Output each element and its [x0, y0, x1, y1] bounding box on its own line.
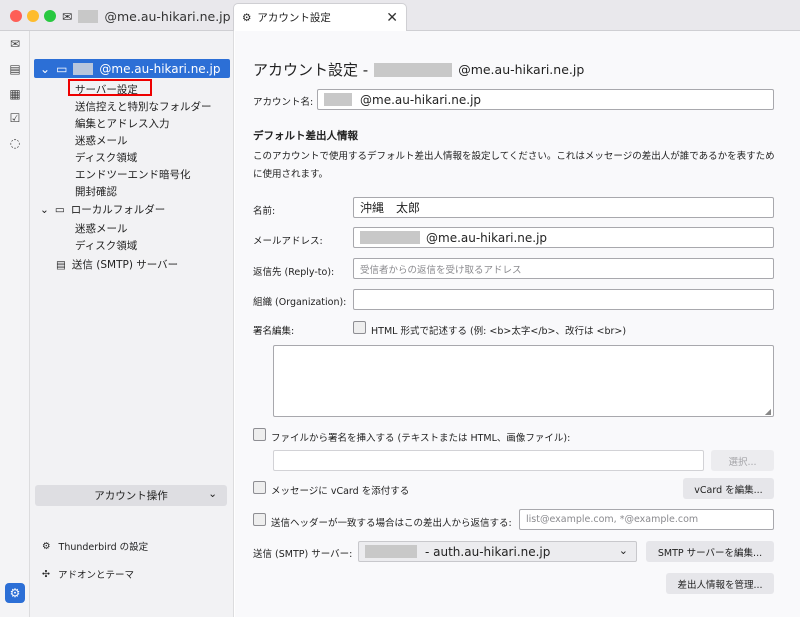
address-book-icon[interactable]: ▤: [7, 61, 23, 77]
redacted-block: [374, 62, 453, 77]
folder-icon: ▭: [54, 203, 65, 216]
vcard-checkbox[interactable]: [253, 481, 266, 494]
redacted-block: [365, 545, 417, 558]
account-row[interactable]: ⌄ ▭ @me.au-hikari.ne.jp: [34, 59, 230, 78]
zoom-window-button[interactable]: [44, 10, 56, 22]
account-name-label: アカウント名:: [253, 97, 314, 108]
envelope-icon: ✉: [62, 8, 73, 24]
account-tree-sidebar: ⌄ ▭ @me.au-hikari.ne.jp サーバー設定 送信控えと特別なフ…: [30, 31, 234, 617]
tree-item-local-disk[interactable]: ディスク領域: [75, 238, 137, 253]
reply-match-label: 送信ヘッダーが一致する場合はこの差出人から返信する:: [271, 518, 512, 529]
page-title: アカウント設定 - @me.au-hikari.ne.jp: [253, 59, 584, 80]
mail-icon[interactable]: ✉: [7, 36, 23, 52]
organization-input[interactable]: [353, 289, 774, 310]
choose-file-button[interactable]: 選択...: [711, 450, 774, 471]
vcard-label: メッセージに vCard を添付する: [271, 486, 410, 497]
smtp-label: 送信 (SMTP) サーバー:: [253, 549, 353, 560]
gear-icon: ⚙: [242, 11, 252, 24]
reply-match-placeholder: list@example.com, *@example.com: [526, 514, 699, 525]
account-settings-pane: アカウント設定 - @me.au-hikari.ne.jp アカウント名: @m…: [235, 31, 800, 617]
puzzle-icon: ✣: [42, 568, 50, 580]
minimize-window-button[interactable]: [27, 10, 39, 22]
reply-to-label: 返信先 (Reply-to):: [253, 267, 335, 278]
section-title: デフォルト差出人情報: [253, 130, 358, 142]
close-window-button[interactable]: [10, 10, 22, 22]
reply-match-checkbox[interactable]: [253, 513, 266, 526]
account-name-input[interactable]: @me.au-hikari.ne.jp: [317, 89, 774, 110]
name-value: 沖縄 太郎: [360, 201, 421, 215]
tree-item-disk-space[interactable]: ディスク領域: [75, 150, 137, 165]
edit-smtp-button[interactable]: SMTP サーバーを編集...: [646, 541, 774, 562]
tree-item-e2e-encryption[interactable]: エンドツーエンド暗号化: [75, 167, 191, 182]
addons-themes-link[interactable]: ✣ アドオンとテーマ: [42, 567, 134, 582]
smtp-row[interactable]: ▤ 送信 (SMTP) サーバー: [56, 257, 178, 272]
tab-mail-label: @me.au-hikari.ne.jp: [104, 8, 231, 24]
addons-themes-label: アドオンとテーマ: [57, 570, 134, 581]
server-icon: ▤: [56, 258, 66, 271]
email-label: メールアドレス:: [253, 236, 323, 247]
highlight-box: [68, 79, 152, 96]
local-folders-label: ローカルフォルダー: [70, 204, 166, 216]
smtp-label: 送信 (SMTP) サーバー: [71, 259, 179, 271]
email-value: @me.au-hikari.ne.jp: [426, 230, 548, 245]
smtp-value: - auth.au-hikari.ne.jp: [425, 544, 551, 559]
account-name-value: @me.au-hikari.ne.jp: [360, 92, 482, 107]
account-actions-button[interactable]: アカウント操作 ⌄: [35, 485, 227, 506]
smtp-select[interactable]: - auth.au-hikari.ne.jp ⌄: [358, 541, 637, 562]
chat-icon[interactable]: ◌: [7, 135, 23, 151]
organization-label: 組織 (Organization):: [253, 297, 347, 308]
account-label: @me.au-hikari.ne.jp: [99, 61, 221, 76]
tree-item-junk[interactable]: 迷惑メール: [75, 133, 128, 148]
tab-account-settings[interactable]: ⚙ アカウント設定 ✕: [233, 3, 407, 31]
signature-label: 署名編集:: [253, 326, 295, 337]
reply-match-input[interactable]: list@example.com, *@example.com: [519, 509, 774, 530]
edit-vcard-button[interactable]: vCard を編集...: [683, 478, 774, 499]
chevron-down-icon: ⌄: [618, 544, 628, 557]
section-description: このアカウントで使用するデフォルト差出人情報を設定してください。これはメッセージ…: [253, 151, 775, 180]
manage-identities-button[interactable]: 差出人情報を管理...: [666, 573, 774, 594]
thunderbird-settings-link[interactable]: ⚙ Thunderbird の設定: [42, 539, 149, 554]
page-title-suffix: @me.au-hikari.ne.jp: [458, 62, 585, 77]
thunderbird-settings-label: Thunderbird の設定: [58, 542, 149, 553]
signature-file-checkbox[interactable]: [253, 428, 266, 441]
calendar-icon[interactable]: ▦: [7, 86, 23, 102]
tree-item-copies-folders[interactable]: 送信控えと特別なフォルダー: [75, 99, 212, 114]
name-input[interactable]: 沖縄 太郎: [353, 197, 774, 218]
title-bar: ✉ @me.au-hikari.ne.jp ⚙ アカウント設定 ✕: [0, 0, 800, 31]
html-signature-label: HTML 形式で記述する (例: <b>太字</b>、改行は <br>): [371, 326, 627, 337]
email-input[interactable]: @me.au-hikari.ne.jp: [353, 227, 774, 248]
close-tab-icon[interactable]: ✕: [386, 10, 398, 26]
redacted-block: [73, 62, 94, 75]
html-signature-checkbox[interactable]: [353, 321, 366, 334]
account-actions-label: アカウント操作: [94, 490, 168, 502]
redacted-block: [360, 231, 420, 244]
gear-icon: ⚙: [42, 540, 51, 552]
chevron-down-icon: ⌄: [208, 488, 217, 500]
reply-to-input[interactable]: 受信者からの返信を受け取るアドレス: [353, 258, 774, 279]
settings-gear-icon[interactable]: ⚙: [5, 583, 25, 603]
redacted-block: [324, 93, 352, 106]
mail-account-icon: ▭: [56, 61, 68, 76]
local-folders-row[interactable]: ⌄ ▭ ローカルフォルダー: [40, 202, 165, 217]
spaces-toolbar: ✉ ▤ ▦ ☑ ◌ ⚙: [0, 31, 30, 617]
resize-grip-icon[interactable]: ◢: [765, 407, 771, 416]
tab-mail[interactable]: ✉ @me.au-hikari.ne.jp: [62, 5, 231, 27]
page-title-prefix: アカウント設定 -: [253, 61, 369, 79]
redacted-block: [78, 9, 99, 23]
signature-textarea[interactable]: ◢: [273, 345, 774, 417]
name-label: 名前:: [253, 206, 276, 217]
tasks-icon[interactable]: ☑: [7, 110, 23, 126]
tree-item-composition[interactable]: 編集とアドレス入力: [75, 116, 170, 131]
tree-item-local-junk[interactable]: 迷惑メール: [75, 221, 128, 236]
chevron-down-icon[interactable]: ⌄: [40, 204, 49, 216]
signature-file-label: ファイルから署名を挿入する (テキストまたは HTML、画像ファイル):: [271, 433, 571, 444]
tree-item-return-receipts[interactable]: 開封確認: [75, 184, 117, 199]
reply-to-placeholder: 受信者からの返信を受け取るアドレス: [360, 264, 522, 276]
chevron-down-icon[interactable]: ⌄: [40, 62, 50, 76]
tab-settings-label: アカウント設定: [257, 12, 331, 24]
signature-file-input[interactable]: [273, 450, 704, 471]
